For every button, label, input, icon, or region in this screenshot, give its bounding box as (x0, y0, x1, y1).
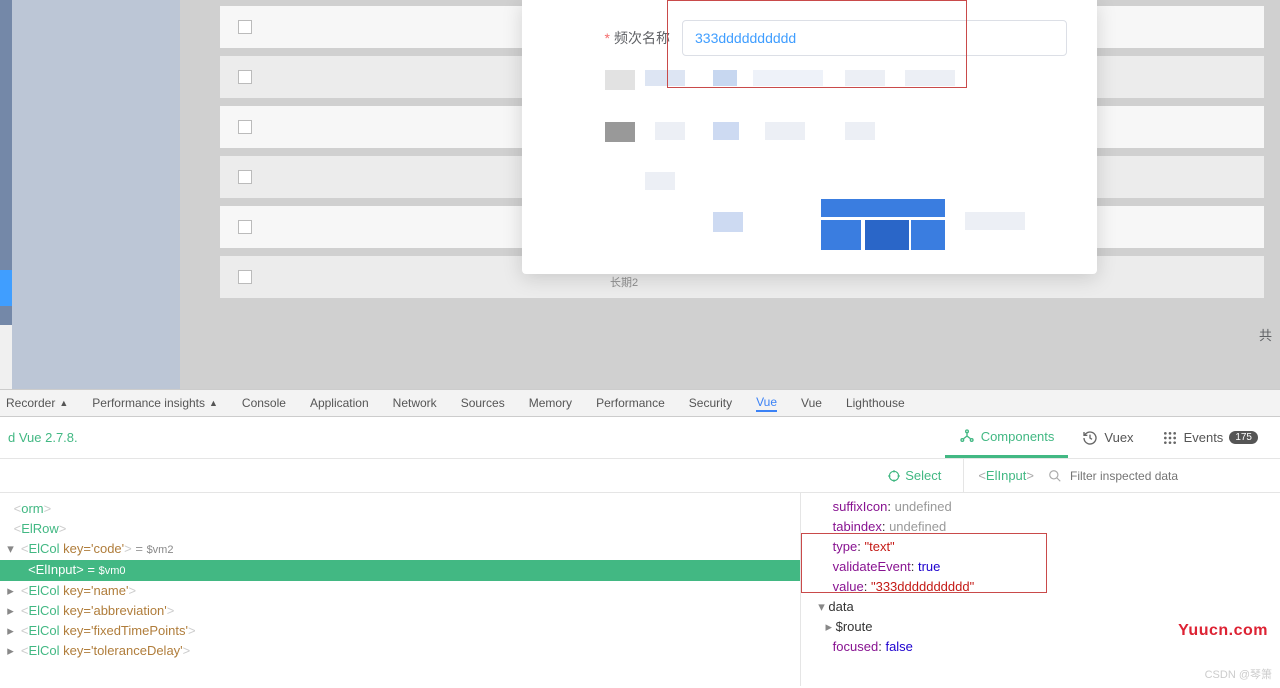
events-count-badge: 175 (1229, 431, 1258, 444)
tab-security[interactable]: Security (689, 396, 732, 410)
components-icon (959, 428, 975, 444)
focused-row: focused: false (811, 637, 1270, 657)
tree-node[interactable]: ▾ <ElCol key='code'> = $vm2 (0, 539, 800, 560)
devtools-tab-bar: Recorder ▲ Performance insights ▲ Consol… (0, 389, 1280, 417)
vuex-tab[interactable]: Vuex (1068, 417, 1147, 458)
tab-vue-2[interactable]: Vue (801, 396, 822, 410)
tab-application[interactable]: Application (310, 396, 369, 410)
pixelated-content (605, 62, 1095, 262)
row-checkbox[interactable] (238, 70, 252, 84)
total-label: 共 (1259, 325, 1272, 344)
annotation-box-2 (801, 533, 1047, 593)
tree-node[interactable]: ▸ <ElCol key='name'> (0, 581, 800, 601)
csdn-watermark: CSDN @琴箫 (1205, 666, 1272, 682)
tree-node[interactable]: <ElInput> = $vm0 (0, 560, 800, 581)
vue-detected-text: d Vue 2.7.8. (8, 430, 78, 445)
tab-performance[interactable]: Performance (596, 396, 665, 410)
form-label: *频次名称 (552, 28, 682, 48)
row-checkbox[interactable] (238, 20, 252, 34)
vue-devtools-bar: d Vue 2.7.8. Components Vuex Events 175 (0, 417, 1280, 459)
sidebar-placeholder (12, 0, 180, 389)
search-icon[interactable] (1048, 468, 1062, 484)
app-background: *频次名称 长期2 共 (0, 0, 1280, 389)
filter-input[interactable] (1070, 469, 1270, 483)
tree-node[interactable]: <orm> (0, 499, 800, 519)
history-icon (1082, 430, 1098, 446)
footer-hint: 长期2 (610, 274, 638, 290)
tree-node[interactable]: <ElRow> (0, 519, 800, 539)
prop-row: suffixIcon: undefined (811, 497, 1270, 517)
tab-console[interactable]: Console (242, 396, 286, 410)
row-checkbox[interactable] (238, 220, 252, 234)
tree-toolbar: Select <ElInput> (0, 459, 1280, 493)
target-icon (887, 469, 901, 483)
events-tab[interactable]: Events 175 (1148, 417, 1272, 458)
events-icon (1162, 430, 1178, 446)
tab-sources[interactable]: Sources (461, 396, 505, 410)
component-tree[interactable]: <orm> <ElRow> ▾ <ElCol key='code'> = $vm… (0, 493, 800, 686)
row-checkbox[interactable] (238, 170, 252, 184)
left-accent-strip (0, 0, 12, 325)
tab-memory[interactable]: Memory (529, 396, 572, 410)
components-tab[interactable]: Components (945, 417, 1069, 458)
tab-perf-insights[interactable]: Performance insights ▲ (92, 396, 218, 410)
tab-network[interactable]: Network (393, 396, 437, 410)
tree-node[interactable]: ▸ <ElCol key='abbreviation'> (0, 601, 800, 621)
tab-recorder[interactable]: Recorder ▲ (6, 396, 68, 410)
inspect-panel[interactable]: suffixIcon: undefined tabindex: undefine… (800, 493, 1280, 686)
tab-vue[interactable]: Vue (756, 395, 777, 412)
row-checkbox[interactable] (238, 270, 252, 284)
tab-lighthouse[interactable]: Lighthouse (846, 396, 905, 410)
row-checkbox[interactable] (238, 120, 252, 134)
form-row-name: *频次名称 (552, 20, 1067, 56)
tree-node[interactable]: ▸ <ElCol key='toleranceDelay'> (0, 641, 800, 661)
selected-component-name: <ElInput> (964, 468, 1048, 483)
data-section[interactable]: ▾ data (811, 597, 1270, 617)
tree-node[interactable]: ▸ <ElCol key='fixedTimePoints'> (0, 621, 800, 641)
frequency-name-input[interactable] (682, 20, 1067, 56)
select-element-button[interactable]: Select (887, 459, 964, 492)
brand-watermark: Yuucn.com (1178, 622, 1268, 640)
